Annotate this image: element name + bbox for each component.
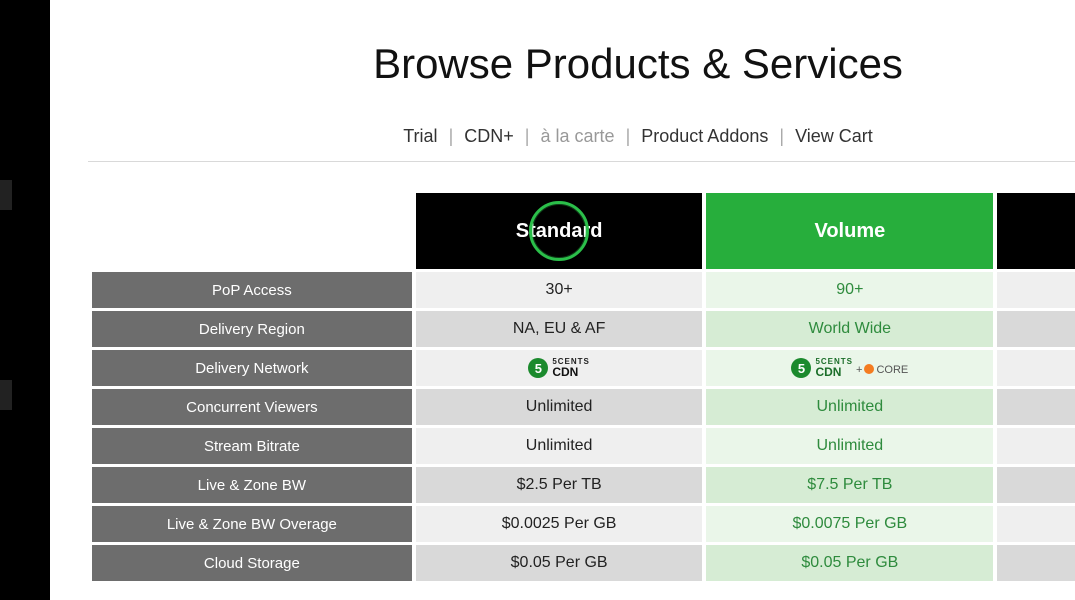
table-row: Delivery RegionNA, EU & AFWorld WideWo bbox=[92, 311, 1075, 347]
feature-name: Stream Bitrate bbox=[92, 428, 412, 464]
table-row: Cloud Storage$0.05 Per GB$0.05 Per GB$0.… bbox=[92, 545, 1075, 581]
logo-five-icon: 5 bbox=[528, 358, 548, 378]
cell-pro: $0.0 bbox=[997, 545, 1075, 581]
cell-pro bbox=[997, 272, 1075, 308]
cell-volume: $7.5 Per TB bbox=[706, 467, 993, 503]
cell-standard: 30+ bbox=[416, 272, 703, 308]
cell-standard: $2.5 Per TB bbox=[416, 467, 703, 503]
five-cents-cdn-logo: 55CENTSCDN bbox=[528, 358, 590, 378]
plan-header-row: Standard Volume Pro bbox=[92, 193, 1075, 269]
feature-name: Delivery Network bbox=[92, 350, 412, 386]
tab-separator: | bbox=[519, 126, 536, 146]
logo-five-icon: 5 bbox=[791, 358, 811, 378]
table-row: Delivery Network55CENTSCDN55CENTSCDN+COR… bbox=[92, 350, 1075, 386]
product-tabs: Trial | CDN+ | à la carte | Product Addo… bbox=[88, 126, 1075, 162]
tab-separator: | bbox=[443, 126, 460, 146]
cell-standard: Unlimited bbox=[416, 389, 703, 425]
table-row: Live & Zone BW$2.5 Per TB$7.5 Per TB$10 bbox=[92, 467, 1075, 503]
cell-pro: Un bbox=[997, 389, 1075, 425]
five-cents-cdn-logo: 55CENTSCDN bbox=[791, 358, 853, 378]
left-sidebar bbox=[0, 0, 50, 600]
sidebar-notch-top bbox=[0, 180, 12, 210]
plan-volume-label: Volume bbox=[814, 220, 885, 242]
cell-standard: $0.0025 Per GB bbox=[416, 506, 703, 542]
plan-header-standard[interactable]: Standard bbox=[416, 193, 703, 269]
feature-name: Live & Zone BW bbox=[92, 467, 412, 503]
core-dot-icon bbox=[864, 364, 874, 374]
cell-volume: $0.05 Per GB bbox=[706, 545, 993, 581]
cell-pro: $0.01 bbox=[997, 506, 1075, 542]
cell-volume: World Wide bbox=[706, 311, 993, 347]
logo-plus-core: +CORE bbox=[856, 364, 908, 376]
cell-pro bbox=[997, 350, 1075, 386]
table-row: Concurrent ViewersUnlimitedUnlimitedUn bbox=[92, 389, 1075, 425]
table-row: Stream BitrateUnlimitedUnlimitedUn bbox=[92, 428, 1075, 464]
feature-name: Cloud Storage bbox=[92, 545, 412, 581]
tab-a-la-carte[interactable]: à la carte bbox=[541, 126, 615, 146]
plan-header-volume[interactable]: Volume bbox=[706, 193, 993, 269]
cell-volume: Unlimited bbox=[706, 428, 993, 464]
pricing-table: Standard Volume Pro PoP Access30+90+Deli… bbox=[88, 190, 1075, 584]
cell-standard: Unlimited bbox=[416, 428, 703, 464]
cell-pro: Un bbox=[997, 428, 1075, 464]
cell-standard: NA, EU & AF bbox=[416, 311, 703, 347]
tab-view-cart[interactable]: View Cart bbox=[795, 126, 873, 146]
cell-standard: 55CENTSCDN bbox=[416, 350, 703, 386]
feature-name: Live & Zone BW Overage bbox=[92, 506, 412, 542]
highlight-ring-icon bbox=[529, 201, 589, 261]
tab-separator: | bbox=[773, 126, 790, 146]
cell-volume: $0.0075 Per GB bbox=[706, 506, 993, 542]
table-row: Live & Zone BW Overage$0.0025 Per GB$0.0… bbox=[92, 506, 1075, 542]
main-content: Browse Products & Services Trial | CDN+ … bbox=[50, 0, 1075, 600]
cell-pro: $10 bbox=[997, 467, 1075, 503]
page-title: Browse Products & Services bbox=[88, 40, 1075, 88]
sidebar-notch-bottom bbox=[0, 380, 12, 410]
cell-standard: $0.05 Per GB bbox=[416, 545, 703, 581]
feature-name: Concurrent Viewers bbox=[92, 389, 412, 425]
tab-separator: | bbox=[620, 126, 637, 146]
plan-header-pro[interactable]: Pro bbox=[997, 193, 1075, 269]
feature-name: Delivery Region bbox=[92, 311, 412, 347]
tab-product-addons[interactable]: Product Addons bbox=[641, 126, 768, 146]
cell-volume: 55CENTSCDN+CORE bbox=[706, 350, 993, 386]
cell-volume: 90+ bbox=[706, 272, 993, 308]
table-row: PoP Access30+90+ bbox=[92, 272, 1075, 308]
plan-header-blank bbox=[92, 193, 412, 269]
cell-volume: Unlimited bbox=[706, 389, 993, 425]
feature-name: PoP Access bbox=[92, 272, 412, 308]
tab-trial[interactable]: Trial bbox=[403, 126, 437, 146]
tab-cdn-plus[interactable]: CDN+ bbox=[464, 126, 514, 146]
cell-pro: Wo bbox=[997, 311, 1075, 347]
